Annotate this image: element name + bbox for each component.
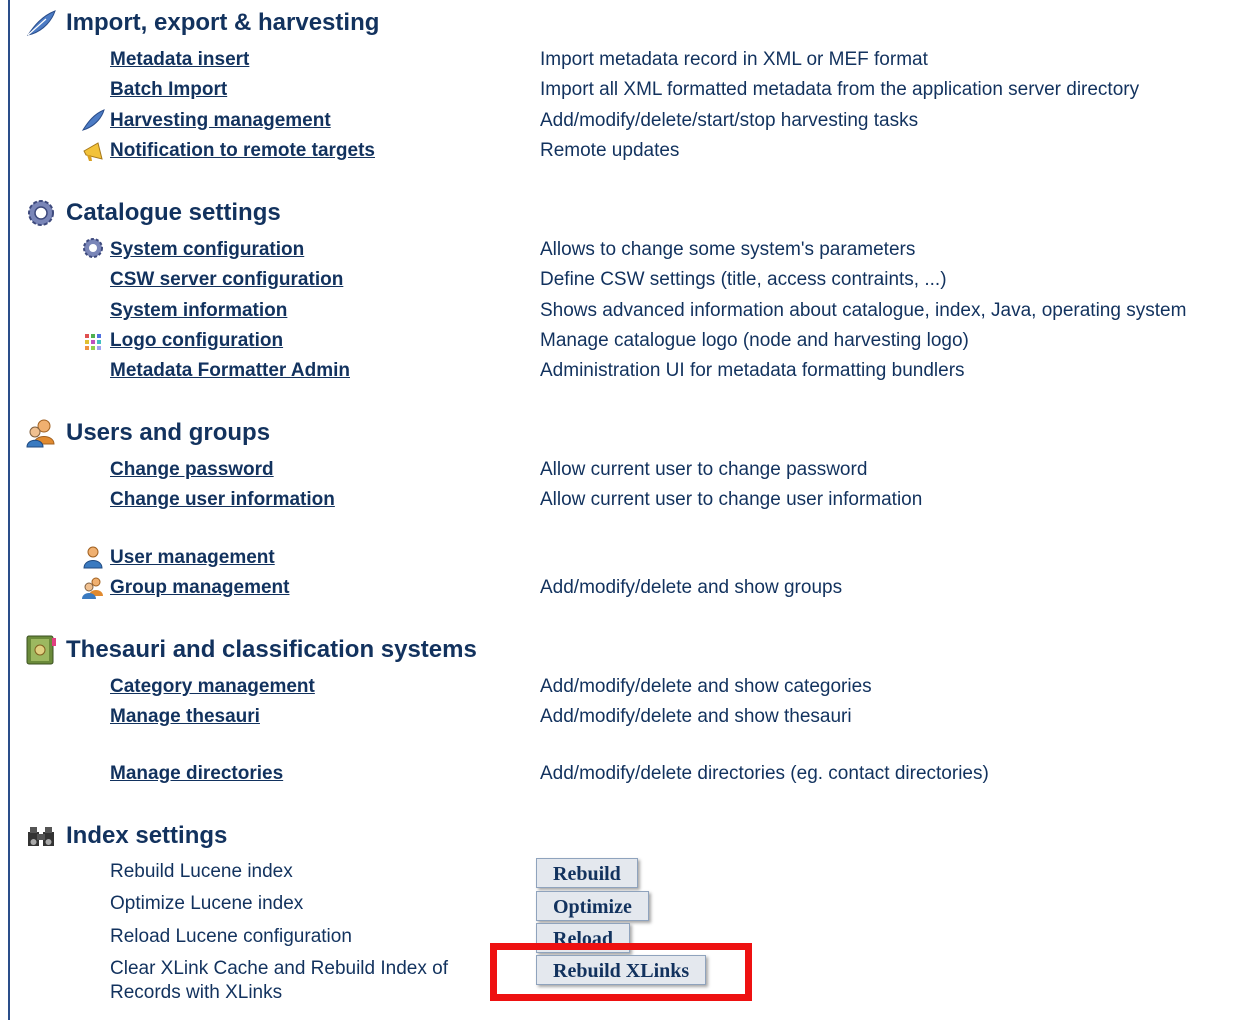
desc-batch-import: Import all XML formatted metadata from t… xyxy=(540,79,1140,100)
color-grid-icon xyxy=(85,334,101,350)
book-icon xyxy=(26,635,56,665)
link-manage-directories[interactable]: Manage directories xyxy=(110,762,283,786)
desc-metadata-insert: Import metadata record in XML or MEF for… xyxy=(540,49,928,70)
desc-system-information: Shows advanced information about catalog… xyxy=(540,300,1187,321)
group-icon xyxy=(82,577,103,599)
link-change-password[interactable]: Change password xyxy=(110,458,274,482)
link-batch-import[interactable]: Batch Import xyxy=(110,78,227,102)
link-metadata-insert[interactable]: Metadata insert xyxy=(110,48,249,72)
label-reload-lucene-configuration: Reload Lucene configuration xyxy=(110,926,352,947)
desc-system-configuration: Allows to change some system's parameter… xyxy=(540,239,916,260)
label-optimize-lucene-index: Optimize Lucene index xyxy=(110,893,304,914)
link-group-management[interactable]: Group management xyxy=(110,576,289,600)
section-title-import: Import, export & harvesting xyxy=(66,9,380,36)
link-change-user-information[interactable]: Change user information xyxy=(110,488,335,512)
gear-icon xyxy=(28,200,54,226)
user-icon xyxy=(83,546,103,569)
desc-group-management: Add/modify/delete and show groups xyxy=(540,577,843,598)
section-title-catalogue: Catalogue settings xyxy=(66,199,281,226)
rebuild-xlinks-button[interactable]: Rebuild XLinks xyxy=(536,955,707,985)
label-clear-xlink-cache-line2: Records with XLinks xyxy=(110,982,283,1003)
rebuild-button[interactable]: Rebuild xyxy=(536,858,638,888)
link-manage-thesauri[interactable]: Manage thesauri xyxy=(110,705,260,729)
left-border xyxy=(8,0,10,1020)
optimize-button[interactable]: Optimize xyxy=(536,891,649,921)
link-logo-configuration[interactable]: Logo configuration xyxy=(110,329,283,353)
label-rebuild-lucene-index: Rebuild Lucene index xyxy=(110,861,293,882)
desc-change-password: Allow current user to change password xyxy=(540,459,868,480)
section-title-index: Index settings xyxy=(66,822,228,849)
desc-csw-server-configuration: Define CSW settings (title, access contr… xyxy=(540,269,947,290)
binoculars-icon xyxy=(28,827,54,846)
link-notification-remote-targets[interactable]: Notification to remote targets xyxy=(110,139,375,163)
section-title-thesauri: Thesauri and classification systems xyxy=(66,636,477,663)
gear-icon xyxy=(83,238,103,258)
megaphone-icon xyxy=(83,142,103,161)
link-system-configuration[interactable]: System configuration xyxy=(110,238,304,262)
link-user-management[interactable]: User management xyxy=(110,546,275,570)
link-harvesting-management[interactable]: Harvesting management xyxy=(110,109,331,133)
desc-manage-directories: Add/modify/delete directories (eg. conta… xyxy=(540,763,989,784)
reload-button[interactable]: Reload xyxy=(536,923,630,953)
desc-logo-configuration: Manage catalogue logo (node and harvesti… xyxy=(540,330,969,351)
desc-metadata-formatter-admin: Administration UI for metadata formattin… xyxy=(540,360,965,381)
label-clear-xlink-cache-line1: Clear XLink Cache and Rebuild Index of xyxy=(110,958,448,979)
desc-category-management: Add/modify/delete and show categories xyxy=(540,676,872,697)
feather-icon xyxy=(81,109,105,131)
feather-icon xyxy=(26,10,56,36)
desc-notification-remote-targets: Remote updates xyxy=(540,140,680,161)
link-csw-server-configuration[interactable]: CSW server configuration xyxy=(110,268,343,292)
desc-harvesting-management: Add/modify/delete/start/stop harvesting … xyxy=(540,110,919,131)
link-category-management[interactable]: Category management xyxy=(110,675,315,699)
link-system-information[interactable]: System information xyxy=(110,299,287,323)
users-icon xyxy=(26,419,55,448)
desc-change-user-information: Allow current user to change user inform… xyxy=(540,489,923,510)
desc-manage-thesauri: Add/modify/delete and show thesauri xyxy=(540,706,852,727)
link-metadata-formatter-admin[interactable]: Metadata Formatter Admin xyxy=(110,359,350,383)
section-title-users: Users and groups xyxy=(66,419,271,446)
